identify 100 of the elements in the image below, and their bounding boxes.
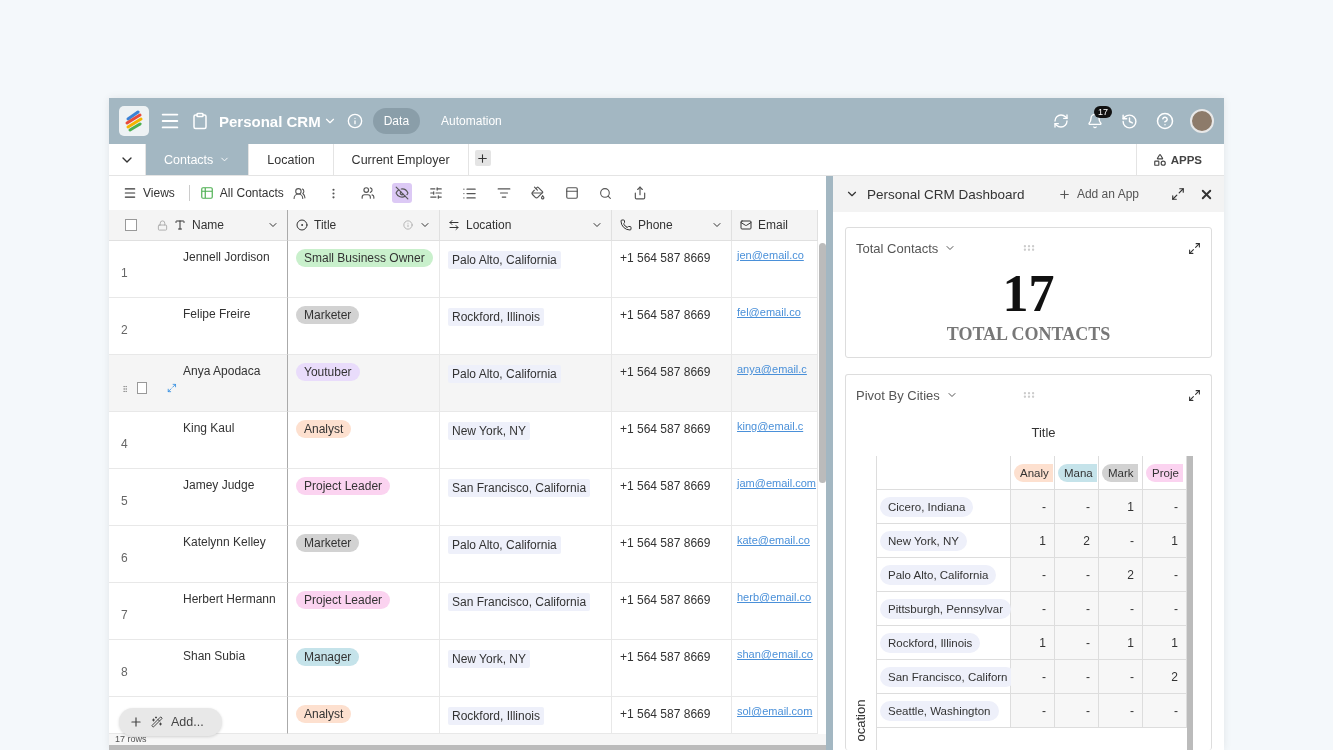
expand-icon[interactable] <box>1188 241 1201 255</box>
metric-value: 17 <box>1002 268 1055 320</box>
pivot-row-heading: ocation <box>853 699 869 742</box>
add-tab-button[interactable] <box>474 150 491 166</box>
pivot-value-cell: - <box>1099 660 1143 694</box>
hide-fields-icon[interactable] <box>391 183 412 204</box>
column-type-icon <box>296 219 308 232</box>
pivot-row-tag: Palo Alto, California <box>880 564 997 585</box>
pivot-value-cell: 1 <box>1099 626 1143 660</box>
app-logo[interactable] <box>119 106 149 136</box>
user-avatar[interactable] <box>1190 109 1214 133</box>
horizontal-scrollbar[interactable] <box>109 745 826 750</box>
pivot-value-cell: 1 <box>1143 626 1187 660</box>
email-link[interactable]: jen@email.co <box>737 249 804 262</box>
email-link[interactable]: jam@email.com <box>737 477 816 490</box>
menu-icon <box>123 186 137 201</box>
pivot-value-cell: 2 <box>1099 558 1143 592</box>
view-selector[interactable]: All Contacts <box>199 186 284 201</box>
apps-button[interactable]: APPS <box>1135 144 1224 175</box>
phone-cell: +1 564 587 8669 <box>620 536 711 551</box>
pivot-value-cell: - <box>1055 558 1099 592</box>
pivot-column-tag: Proje <box>1146 463 1183 482</box>
pivot-value-cell: - <box>1099 694 1143 728</box>
phone-cell: +1 564 587 8669 <box>620 308 711 323</box>
pivot-value-cell: - <box>1143 694 1187 728</box>
row-number: 7 <box>121 608 128 623</box>
column-type-icon <box>448 219 460 232</box>
name-cell-text: King Kaul <box>183 420 236 438</box>
location-tag: San Francisco, California <box>448 593 591 612</box>
pivot-value-cell: - <box>1143 592 1187 626</box>
name-cell-text: Herbert Hermann <box>183 591 277 609</box>
name-cell-text: Jennell Jordison <box>183 249 271 267</box>
title-tag: Analyst <box>296 705 352 724</box>
pivot-value-cell: 1 <box>1143 524 1187 558</box>
expand-icon[interactable] <box>1188 388 1201 402</box>
select-all-checkbox[interactable] <box>125 219 137 232</box>
location-tag: San Francisco, California <box>448 479 591 498</box>
wand-icon <box>151 716 163 728</box>
row-checkbox[interactable] <box>137 382 148 395</box>
add-row-button[interactable]: Add... <box>119 708 222 736</box>
email-link[interactable]: king@email.c <box>737 420 804 433</box>
email-link[interactable]: shan@email.co <box>737 648 813 661</box>
notification-badge: 17 <box>1094 106 1112 118</box>
card-title-dropdown[interactable]: Pivot By Cities <box>856 387 958 403</box>
title-tag: Manager <box>296 648 360 667</box>
column-header[interactable]: Phone <box>638 218 673 233</box>
row-count: 17 rows <box>109 734 826 746</box>
pivot-value-cell: - <box>1055 592 1099 626</box>
phone-cell: +1 564 587 8669 <box>620 365 711 380</box>
pivot-column-heading: Title <box>1031 425 1056 440</box>
vertical-scrollbar[interactable] <box>1187 456 1193 750</box>
pivot-value-cell: - <box>1011 558 1055 592</box>
pivot-row-tag: Cicero, Indiana <box>880 496 974 517</box>
pivot-value-cell: - <box>1099 524 1143 558</box>
sync-icon[interactable] <box>1053 113 1069 129</box>
title-tag: Analyst <box>296 420 352 439</box>
location-tag: Palo Alto, California <box>448 251 561 270</box>
expand-icon[interactable] <box>1171 187 1185 201</box>
history-icon[interactable] <box>1121 112 1138 130</box>
email-link[interactable]: kate@email.co <box>737 534 810 547</box>
row-number: 8 <box>121 665 128 680</box>
info-icon[interactable] <box>403 220 413 231</box>
notifications-icon[interactable] <box>1087 113 1103 129</box>
column-header[interactable]: Location <box>466 218 512 233</box>
pivot-value-cell: 2 <box>1055 524 1099 558</box>
pivot-row-tag: Seattle, Washington <box>880 700 999 721</box>
title-tag: Youtuber <box>296 363 360 382</box>
column-header[interactable]: Name <box>192 218 224 233</box>
vertical-scrollbar[interactable] <box>818 243 826 484</box>
pivot-value-cell: 1 <box>1099 490 1143 524</box>
pivot-row-tag: Pittsburgh, Pennsylvar <box>880 598 1012 619</box>
pivot-value-cell: 2 <box>1143 660 1187 694</box>
lock-icon <box>157 219 168 231</box>
title-tag: Small Business Owner <box>296 249 433 268</box>
phone-cell: +1 564 587 8669 <box>620 593 711 608</box>
location-tag: New York, NY <box>448 422 531 441</box>
row-number: 5 <box>121 494 128 509</box>
name-cell-text: Anya Apodaca <box>183 363 262 381</box>
phone-cell: +1 564 587 8669 <box>620 251 711 266</box>
pivot-value-cell: - <box>1143 490 1187 524</box>
add-app-button[interactable]: Add an App <box>1051 186 1145 202</box>
pivot-value-cell: - <box>1143 558 1187 592</box>
name-cell-text: Felipe Freire <box>183 306 252 324</box>
card-title-dropdown[interactable]: Total Contacts <box>856 240 957 256</box>
phone-cell: +1 564 587 8669 <box>620 650 711 665</box>
title-tag: Project Leader <box>296 477 391 496</box>
views-button[interactable]: Views <box>123 186 175 201</box>
expand-row-icon[interactable] <box>167 382 177 395</box>
metric-caption: TOTAL CONTACTS <box>946 324 1111 345</box>
phone-cell: +1 564 587 8669 <box>620 707 711 722</box>
dashboard-title: Personal CRM Dashboard <box>867 186 1025 202</box>
clipboard-icon[interactable] <box>191 112 209 130</box>
pivot-value-cell: - <box>1011 490 1055 524</box>
column-type-icon <box>620 219 632 232</box>
pivot-column-tag: Mark <box>1102 463 1138 482</box>
help-icon[interactable] <box>1156 112 1174 130</box>
shapes-icon <box>1152 152 1167 167</box>
column-header[interactable]: Email <box>758 218 788 233</box>
drag-handle-icon[interactable] <box>121 384 130 395</box>
column-header[interactable]: Title <box>314 218 337 233</box>
